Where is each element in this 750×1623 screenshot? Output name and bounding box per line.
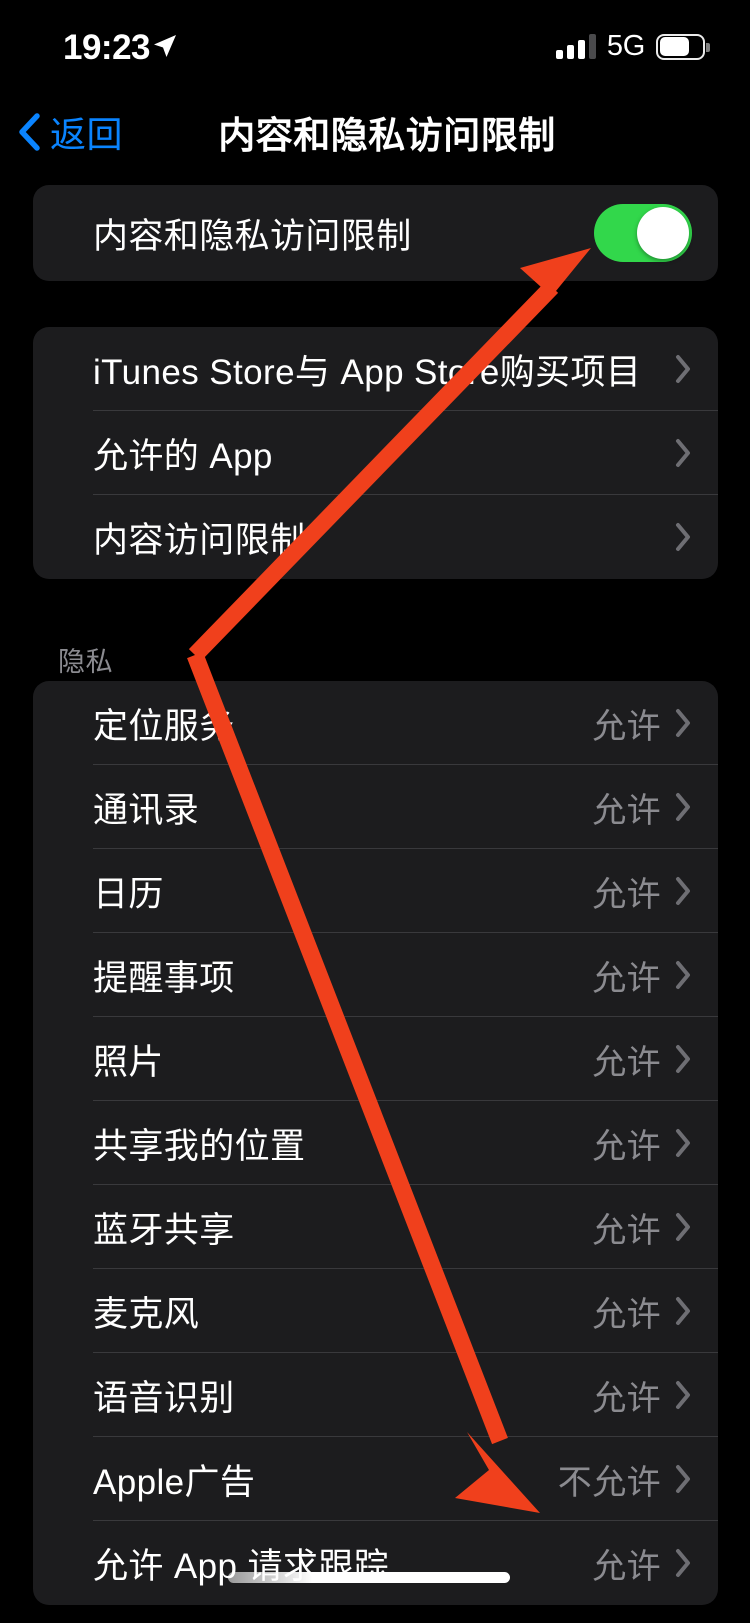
row-value: 允许 <box>592 959 661 998</box>
row-value: 允许 <box>592 1211 661 1250</box>
row-accessory: 允许 <box>592 867 692 916</box>
row-label: 允许的 App <box>93 436 273 476</box>
row-label: iTunes Store与 App Store购买项目 <box>93 352 642 392</box>
row-accessory: 不允许 <box>558 1455 692 1504</box>
row-value: 允许 <box>592 1127 661 1166</box>
row-allowed-apps[interactable]: 允许的 App <box>33 411 718 495</box>
row-value: 允许 <box>592 791 661 830</box>
row-value: 允许 <box>592 1043 661 1082</box>
main-toggle-card: 内容和隐私访问限制 <box>33 185 718 281</box>
row-apple-advertising[interactable]: Apple广告 不允许 <box>33 1437 718 1521</box>
row-calendars[interactable]: 日历 允许 <box>33 849 718 933</box>
row-content-privacy-restrictions[interactable]: 内容和隐私访问限制 <box>33 185 718 281</box>
chevron-right-icon <box>676 793 690 821</box>
row-accessory <box>675 438 692 468</box>
row-label: 内容访问限制 <box>93 520 306 560</box>
chevron-right-icon <box>676 961 690 989</box>
row-accessory <box>675 354 692 384</box>
row-bluetooth-sharing[interactable]: 蓝牙共享 允许 <box>33 1185 718 1269</box>
toggle-knob <box>637 207 689 259</box>
row-label: 照片 <box>93 1042 164 1082</box>
row-accessory: 允许 <box>592 1035 692 1084</box>
row-share-my-location[interactable]: 共享我的位置 允许 <box>33 1101 718 1185</box>
row-accessory: 允许 <box>592 783 692 832</box>
row-label: 蓝牙共享 <box>93 1210 235 1250</box>
chevron-right-icon <box>676 1465 690 1493</box>
row-contacts[interactable]: 通讯录 允许 <box>33 765 718 849</box>
row-accessory: 允许 <box>592 1119 692 1168</box>
chevron-right-icon <box>676 1045 690 1073</box>
row-accessory: 允许 <box>592 1203 692 1252</box>
row-accessory: 允许 <box>592 1287 692 1336</box>
row-photos[interactable]: 照片 允许 <box>33 1017 718 1101</box>
row-label: 语音识别 <box>93 1378 235 1418</box>
section-header-privacy: 隐私 <box>58 647 114 677</box>
row-value: 不允许 <box>557 1463 661 1502</box>
chevron-right-icon <box>676 523 690 551</box>
row-label: Apple广告 <box>93 1462 256 1502</box>
chevron-right-icon <box>676 709 690 737</box>
row-label: 内容和隐私访问限制 <box>93 216 412 256</box>
row-accessory <box>675 522 692 552</box>
chevron-right-icon <box>676 439 690 467</box>
iphone-screen: 19:23 5G 返回 内容和隐私访问限制 内容和隐私访问限制 iTunes S… <box>0 0 750 1623</box>
row-accessory: 允许 <box>592 1539 692 1588</box>
row-allow-apps-to-request-to-track[interactable]: 允许 App 请求跟踪 允许 <box>33 1521 718 1605</box>
row-speech-recognition[interactable]: 语音识别 允许 <box>33 1353 718 1437</box>
row-label: 日历 <box>93 874 164 914</box>
row-accessory: 允许 <box>592 699 692 748</box>
chevron-right-icon <box>676 355 690 383</box>
row-accessory: 允许 <box>592 1371 692 1420</box>
chevron-right-icon <box>676 1297 690 1325</box>
content-privacy-restrictions-toggle[interactable] <box>594 204 692 262</box>
row-label: 麦克风 <box>93 1294 200 1334</box>
chevron-right-icon <box>676 1549 690 1577</box>
row-value: 允许 <box>592 707 661 746</box>
row-value: 允许 <box>592 1379 661 1418</box>
settings-content: 内容和隐私访问限制 iTunes Store与 App Store购买项目 允许… <box>0 0 750 1623</box>
row-content-restrictions[interactable]: 内容访问限制 <box>33 495 718 579</box>
row-label: 共享我的位置 <box>93 1126 306 1166</box>
chevron-right-icon <box>676 1129 690 1157</box>
row-value: 允许 <box>592 875 661 914</box>
row-itunes-app-store-purchases[interactable]: iTunes Store与 App Store购买项目 <box>33 327 718 411</box>
row-label: 通讯录 <box>93 790 200 830</box>
row-value: 允许 <box>592 1295 661 1334</box>
row-microphone[interactable]: 麦克风 允许 <box>33 1269 718 1353</box>
chevron-right-icon <box>676 877 690 905</box>
home-indicator[interactable] <box>228 1572 510 1583</box>
chevron-right-icon <box>676 1213 690 1241</box>
row-label: 定位服务 <box>93 706 235 746</box>
row-accessory: 允许 <box>592 951 692 1000</box>
row-location-services[interactable]: 定位服务 允许 <box>33 681 718 765</box>
row-reminders[interactable]: 提醒事项 允许 <box>33 933 718 1017</box>
row-value: 允许 <box>592 1547 661 1586</box>
row-label: 提醒事项 <box>93 958 235 998</box>
chevron-right-icon <box>676 1381 690 1409</box>
privacy-group-card: 定位服务 允许 通讯录 允许 日历 允许 提醒事项 允许 照片 允许 共享我的位… <box>33 681 718 1605</box>
restrictions-group-card: iTunes Store与 App Store购买项目 允许的 App 内容访问… <box>33 327 718 579</box>
